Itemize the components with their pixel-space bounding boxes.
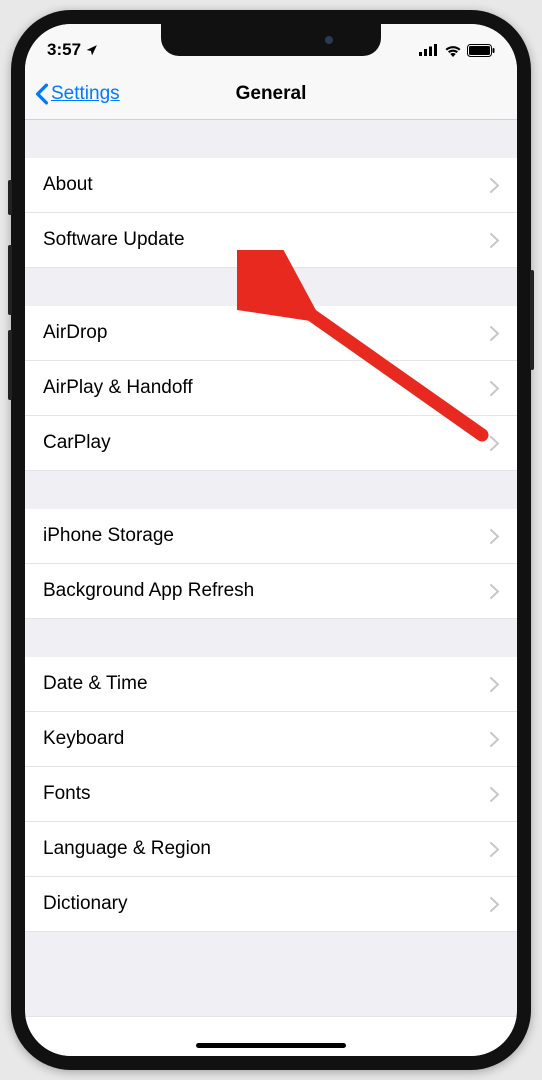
screen: 3:57 (25, 24, 517, 1056)
row-date-time[interactable]: Date & Time (25, 657, 517, 712)
chevron-right-icon (490, 584, 499, 599)
row-dictionary[interactable]: Dictionary (25, 877, 517, 932)
chevron-right-icon (490, 326, 499, 341)
row-label: AirDrop (43, 322, 107, 344)
status-time: 3:57 (47, 40, 81, 60)
chevron-right-icon (490, 897, 499, 912)
group-spacer (25, 268, 517, 306)
partial-row (25, 1016, 517, 1056)
wifi-icon (444, 44, 462, 57)
row-label: Software Update (43, 229, 185, 251)
row-airplay-handoff[interactable]: AirPlay & Handoff (25, 361, 517, 416)
row-label: Keyboard (43, 728, 124, 750)
chevron-left-icon (35, 83, 49, 105)
row-background-app-refresh[interactable]: Background App Refresh (25, 564, 517, 619)
chevron-right-icon (490, 233, 499, 248)
camera-dot (325, 36, 333, 44)
row-fonts[interactable]: Fonts (25, 767, 517, 822)
chevron-right-icon (490, 732, 499, 747)
power-button (530, 270, 534, 370)
row-label: Dictionary (43, 893, 127, 915)
chevron-right-icon (490, 529, 499, 544)
chevron-right-icon (490, 436, 499, 451)
row-iphone-storage[interactable]: iPhone Storage (25, 509, 517, 564)
chevron-right-icon (490, 677, 499, 692)
row-label: Language & Region (43, 838, 211, 860)
home-indicator[interactable] (196, 1043, 346, 1048)
row-carplay[interactable]: CarPlay (25, 416, 517, 471)
row-label: AirPlay & Handoff (43, 377, 193, 399)
row-keyboard[interactable]: Keyboard (25, 712, 517, 767)
row-software-update[interactable]: Software Update (25, 213, 517, 268)
row-label: Background App Refresh (43, 580, 254, 602)
group-spacer (25, 471, 517, 509)
notch (161, 24, 381, 56)
group-spacer (25, 619, 517, 657)
row-label: iPhone Storage (43, 525, 174, 547)
phone-frame: 3:57 (11, 10, 531, 1070)
row-label: Date & Time (43, 673, 148, 695)
row-airdrop[interactable]: AirDrop (25, 306, 517, 361)
back-button[interactable]: Settings (35, 83, 120, 105)
chevron-right-icon (490, 787, 499, 802)
silent-switch (8, 180, 12, 215)
volume-up-button (8, 245, 12, 315)
row-label: About (43, 174, 93, 196)
row-language-region[interactable]: Language & Region (25, 822, 517, 877)
group-spacer (25, 932, 517, 972)
chevron-right-icon (490, 178, 499, 193)
location-icon (85, 44, 98, 57)
group-spacer (25, 120, 517, 158)
row-label: CarPlay (43, 432, 111, 454)
nav-header: Settings General (25, 68, 517, 120)
back-label: Settings (51, 83, 120, 105)
battery-icon (467, 44, 495, 57)
row-about[interactable]: About (25, 158, 517, 213)
row-label: Fonts (43, 783, 91, 805)
volume-down-button (8, 330, 12, 400)
chevron-right-icon (490, 842, 499, 857)
chevron-right-icon (490, 381, 499, 396)
cellular-icon (419, 44, 439, 56)
settings-list[interactable]: About Software Update AirDrop AirPlay & … (25, 120, 517, 972)
